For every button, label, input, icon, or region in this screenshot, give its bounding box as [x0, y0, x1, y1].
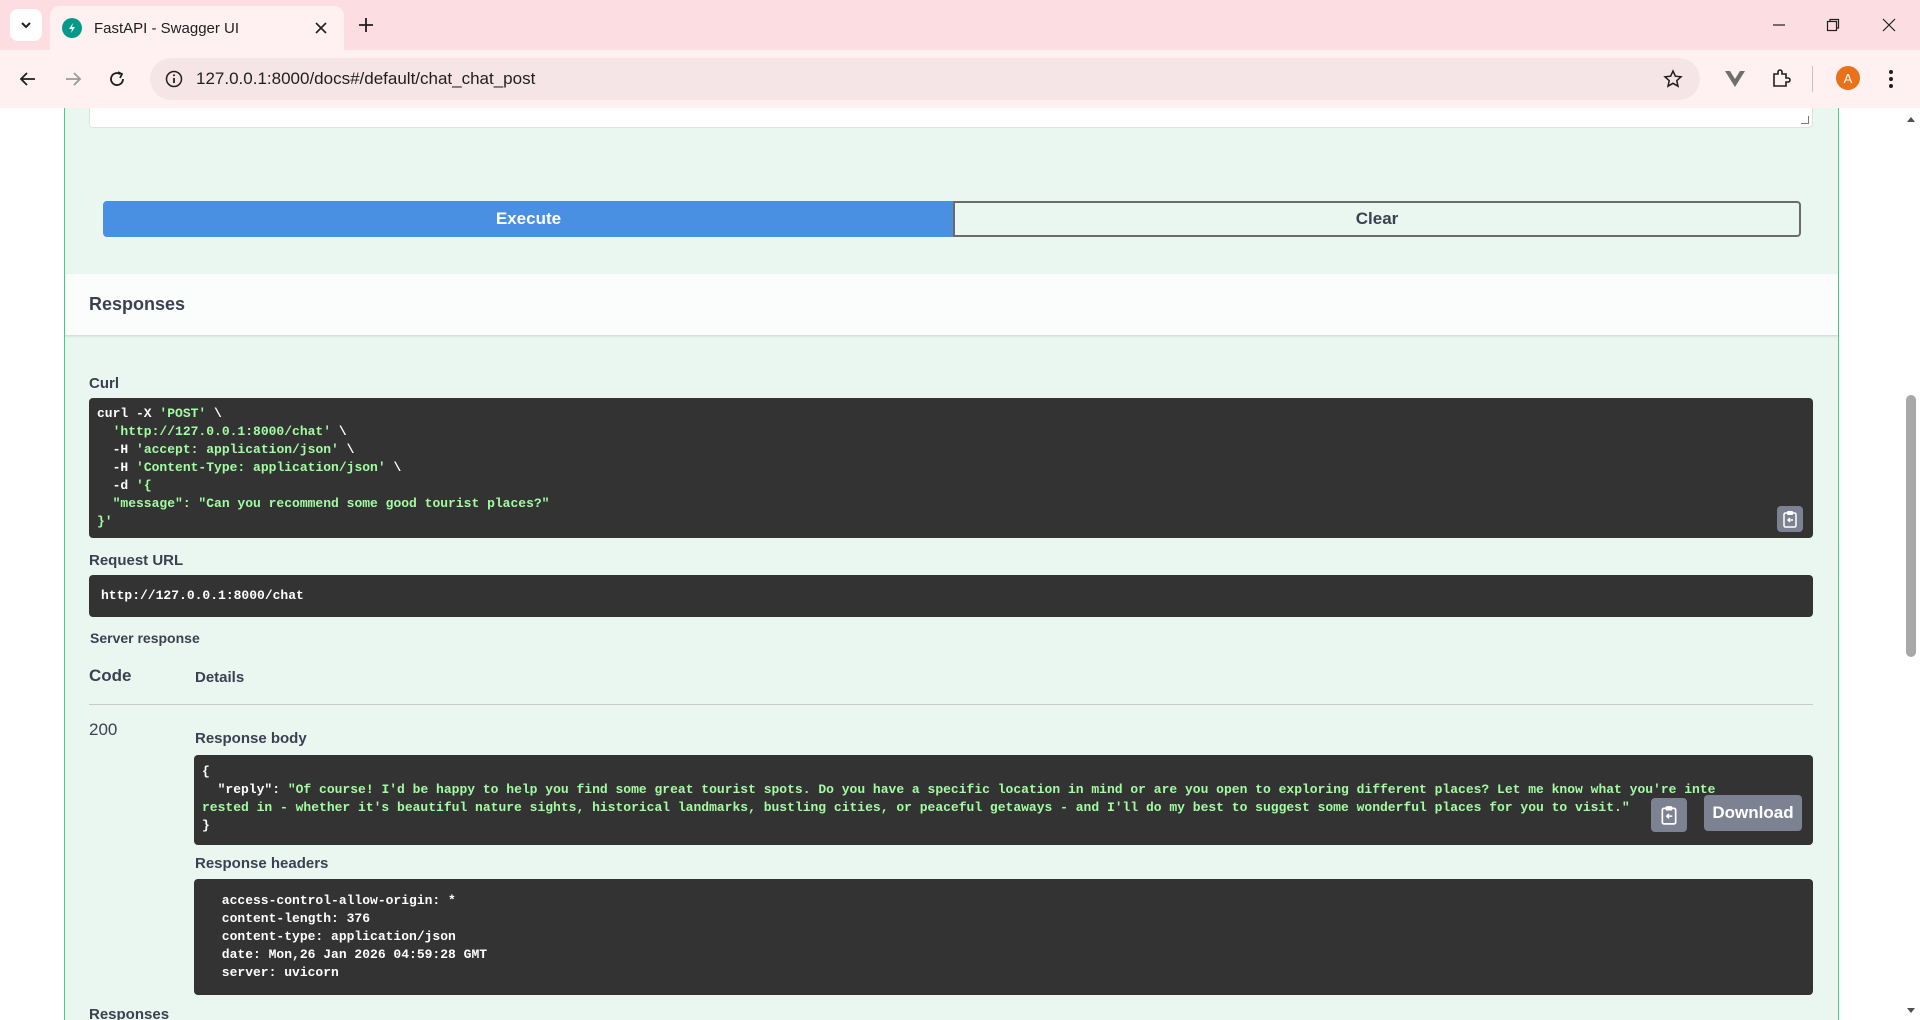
operation-block-post-chat: Execute Clear Responses Curl curl -X 'PO…	[64, 108, 1839, 1020]
status-code: 200	[89, 720, 118, 739]
back-button[interactable]	[12, 63, 44, 95]
scrollbar-thumb[interactable]	[1906, 395, 1916, 657]
request-url-label: Request URL	[89, 552, 184, 569]
vuejs-extension-icon[interactable]	[1722, 66, 1748, 92]
resize-grip-icon[interactable]	[1801, 116, 1809, 124]
copy-response-button[interactable]	[1651, 798, 1687, 832]
curl-command: curl -X 'POST' \ 'http://127.0.0.1:8000/…	[97, 406, 550, 529]
code-column-header: Code	[89, 666, 132, 685]
request-body-textarea[interactable]	[89, 108, 1813, 128]
clipboard-icon	[1783, 511, 1797, 528]
restore-icon	[1826, 18, 1840, 32]
scroll-up-arrow-icon[interactable]	[1903, 112, 1919, 126]
copy-curl-button[interactable]	[1777, 506, 1803, 532]
server-response-label: Server response	[90, 630, 200, 646]
tab-title: FastAPI - Swagger UI	[94, 19, 240, 37]
minimize-button[interactable]	[1761, 8, 1797, 42]
reload-button[interactable]	[101, 63, 133, 95]
browser-menu-icon[interactable]	[1878, 66, 1904, 92]
page-viewport: Execute Clear Responses Curl curl -X 'PO…	[0, 108, 1920, 1020]
response-headers-label: Response headers	[195, 855, 329, 872]
responses-section-label: Responses	[89, 1006, 170, 1020]
responses-title: Responses	[89, 294, 186, 314]
curl-code-block[interactable]: curl -X 'POST' \ 'http://127.0.0.1:8000/…	[89, 398, 1813, 538]
close-icon	[315, 22, 327, 34]
browser-toolbar: 127.0.0.1:8000/docs#/default/chat_chat_p…	[0, 50, 1920, 108]
curl-label: Curl	[89, 375, 119, 392]
site-info-icon[interactable]	[164, 69, 184, 89]
response-headers-block: access-control-allow-origin: * content-l…	[194, 879, 1813, 995]
details-column-header: Details	[195, 669, 245, 686]
close-window-button[interactable]	[1871, 8, 1907, 42]
response-headers-list: access-control-allow-origin: * content-l…	[214, 893, 495, 980]
tab-close-button[interactable]	[310, 17, 332, 39]
tab-search-button[interactable]	[10, 9, 42, 41]
browser-tab-active[interactable]: FastAPI - Swagger UI	[50, 6, 344, 50]
responses-header: Responses	[65, 274, 1838, 336]
clear-button[interactable]: Clear	[953, 201, 1801, 237]
request-url-value: http://127.0.0.1:8000/chat	[101, 588, 304, 603]
reload-icon	[110, 71, 124, 86]
plus-icon	[359, 18, 373, 32]
tab-strip: FastAPI - Swagger UI	[0, 0, 1920, 50]
clipboard-icon	[1661, 806, 1677, 825]
address-url[interactable]: 127.0.0.1:8000/docs#/default/chat_chat_p…	[196, 69, 1662, 89]
close-icon	[1882, 18, 1896, 32]
restore-button[interactable]	[1815, 8, 1851, 42]
forward-button[interactable]	[57, 63, 89, 95]
arrow-left-icon	[19, 72, 35, 86]
minimize-icon	[1773, 24, 1785, 26]
fastapi-favicon-icon	[62, 18, 82, 38]
address-bar[interactable]: 127.0.0.1:8000/docs#/default/chat_chat_p…	[150, 58, 1700, 100]
bookmark-star-icon[interactable]	[1662, 68, 1684, 90]
profile-avatar[interactable]: A	[1836, 66, 1860, 90]
arrow-right-icon	[66, 72, 82, 86]
new-tab-button[interactable]	[352, 11, 380, 39]
download-button[interactable]: Download	[1704, 795, 1802, 831]
scroll-down-arrow-icon[interactable]	[1903, 1004, 1919, 1018]
chevron-down-icon	[21, 22, 31, 29]
response-body-label: Response body	[195, 730, 307, 747]
execute-button[interactable]: Execute	[103, 201, 954, 237]
table-divider	[89, 704, 1813, 705]
toolbar-divider	[1812, 66, 1813, 92]
extensions-puzzle-icon[interactable]	[1768, 66, 1794, 92]
response-body-block[interactable]: { "reply": "Of course! I'd be happy to h…	[194, 755, 1813, 845]
response-body-json: { "reply": "Of course! I'd be happy to h…	[202, 764, 1716, 833]
request-url-block: http://127.0.0.1:8000/chat	[89, 575, 1813, 617]
